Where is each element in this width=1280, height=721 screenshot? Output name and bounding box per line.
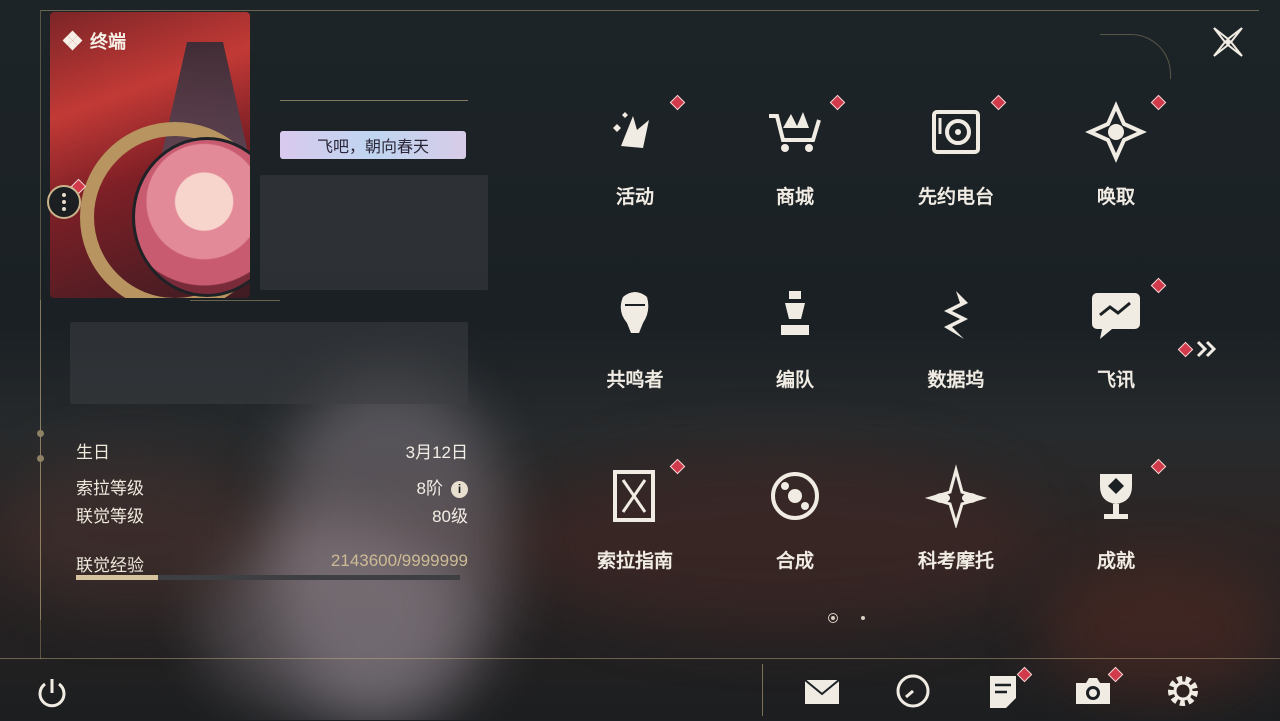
signature-text: 飞吧，朝向春天: [316, 139, 429, 156]
synthesis-icon: [771, 472, 819, 520]
card-title: 终端: [62, 28, 126, 54]
union-level-row: 联觉等级 80级: [76, 502, 468, 527]
exp-progress-fill: [76, 575, 159, 580]
menu-item-label: 共鸣者: [606, 370, 664, 391]
menu-item-label: 商城: [775, 187, 814, 208]
blurred-id-area: [70, 322, 468, 404]
menu-item-label: 活动: [615, 187, 654, 208]
menu-item-label: 先约电台: [917, 187, 994, 208]
menu-item[interactable]: 活动: [580, 100, 690, 209]
message-icon: [1092, 293, 1140, 339]
databank-icon: [944, 291, 968, 339]
trophy-icon: [1100, 474, 1132, 519]
union-level-value: 80级: [432, 507, 468, 526]
info-icon[interactable]: i: [451, 481, 468, 499]
camera-button[interactable]: [1073, 671, 1113, 711]
mail-button[interactable]: [802, 671, 842, 711]
notes-icon: [990, 676, 1016, 708]
union-level-label: 联觉等级: [76, 507, 144, 526]
frame-dot: [37, 430, 44, 437]
next-page-badge: [1177, 341, 1194, 357]
birthday-value: 3月12日: [405, 443, 468, 462]
pager-dot[interactable]: [861, 616, 865, 620]
divider: [190, 300, 280, 301]
menu-item[interactable]: 商城: [740, 100, 850, 209]
menu-item-label: 数据坞: [927, 370, 985, 391]
resonator-icon: [620, 292, 649, 333]
guidebook-icon: [613, 470, 655, 522]
menu-item[interactable]: 科考摩托: [901, 464, 1011, 573]
motorbike-icon: [924, 464, 988, 528]
diamond-logo-icon: [62, 30, 83, 51]
settings-button[interactable]: [1163, 671, 1203, 711]
close-button[interactable]: [1208, 22, 1248, 62]
union-exp-value: 2143600/9999999: [330, 551, 468, 570]
pager-dot-active-inner: [831, 616, 835, 620]
next-page-button[interactable]: [1177, 340, 1219, 358]
menu-item[interactable]: 共鸣者: [580, 283, 690, 392]
activity-icon: [613, 112, 649, 148]
signature-line: [280, 100, 468, 101]
menu-item-label: 索拉指南: [596, 551, 673, 572]
menu-item[interactable]: 飞讯: [1061, 283, 1171, 392]
radio-icon: [932, 110, 980, 154]
menu-item-label: 飞讯: [1096, 370, 1135, 391]
shop-cart-icon: [769, 112, 821, 152]
menu-item[interactable]: 唤取: [1061, 100, 1171, 209]
blurred-name-area: [260, 175, 488, 290]
team-chess-icon: [781, 291, 809, 335]
more-options-button[interactable]: [47, 185, 81, 219]
gacha-star-icon: [1085, 101, 1147, 163]
exp-progress-bar: [76, 575, 460, 580]
power-icon: [38, 679, 66, 708]
menu-item-label: 合成: [775, 551, 814, 572]
menu-item-label: 唤取: [1096, 187, 1135, 208]
birthday-label: 生日: [76, 443, 110, 462]
menu-item[interactable]: 合成: [740, 464, 850, 573]
mail-icon: [804, 679, 840, 704]
birthday-row: 生日 3月12日: [76, 438, 468, 463]
sora-level-label: 索拉等级: [76, 479, 144, 498]
union-exp-label: 联觉经验: [76, 556, 144, 575]
card-title-text: 终端: [90, 32, 126, 52]
union-exp-row: 联觉经验 2143600/9999999: [76, 551, 468, 576]
clock-icon: [896, 674, 930, 708]
settings-gear-icon: [1168, 676, 1198, 706]
signature-banner[interactable]: 飞吧，朝向春天: [280, 131, 466, 159]
bottom-separator: [762, 664, 763, 716]
notes-button[interactable]: [983, 671, 1023, 711]
close-icon: [1213, 27, 1243, 57]
menu-item-label: 编队: [775, 370, 814, 391]
menu-item-label: 科考摩托: [917, 551, 994, 572]
menu-item[interactable]: 数据坞: [901, 283, 1011, 392]
camera-icon: [1076, 678, 1110, 704]
menu-item[interactable]: 索拉指南: [580, 464, 690, 573]
frame-dot: [37, 455, 44, 462]
double-chevron-right-icon: [1196, 340, 1217, 358]
menu-item[interactable]: 成就: [1061, 464, 1171, 573]
clock-button[interactable]: [893, 671, 933, 711]
menu-item[interactable]: 先约电台: [901, 100, 1011, 209]
menu-item[interactable]: 编队: [740, 283, 850, 392]
menu-item-label: 成就: [1096, 551, 1135, 572]
sora-level-value: 8阶: [416, 479, 443, 498]
power-button[interactable]: [32, 673, 72, 713]
sora-level-row: 索拉等级 8阶 i: [76, 474, 468, 499]
profile-card[interactable]: [50, 12, 250, 298]
